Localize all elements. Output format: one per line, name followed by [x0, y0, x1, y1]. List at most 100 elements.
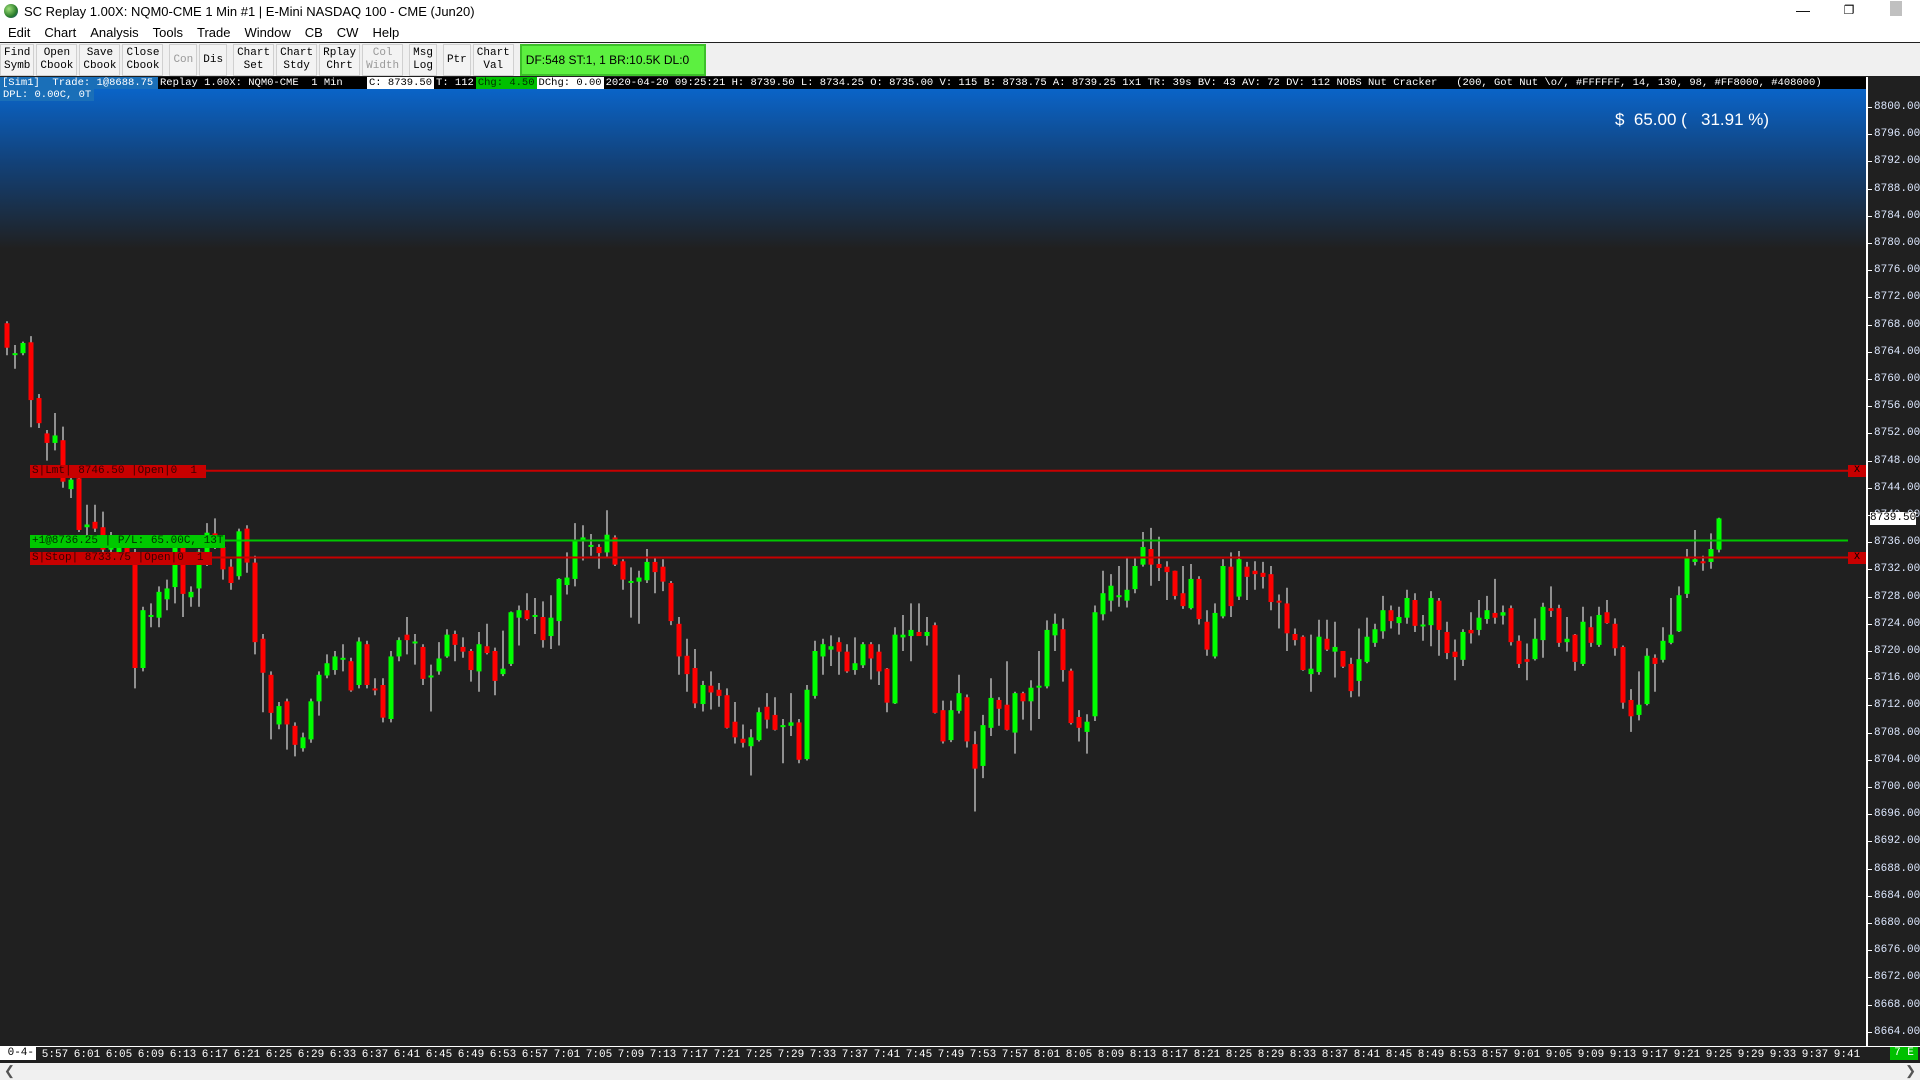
close-cbook-button[interactable]: Close Cbook: [122, 44, 164, 76]
limit-order-label[interactable]: S|Lmt| 8746.50 |Open|0 1: [30, 464, 206, 478]
horizontal-scrollbar[interactable]: ❮ ❯: [0, 1063, 1920, 1080]
cancel-limit-order-button[interactable]: X: [1848, 464, 1866, 477]
candle-body: [1428, 597, 1434, 626]
price-tick-label: 8708.00: [1874, 726, 1920, 739]
menu-edit[interactable]: Edit: [0, 25, 36, 40]
save-cbook-button[interactable]: Save Cbook: [79, 44, 121, 76]
scroll-left-arrow-icon[interactable]: ❮: [4, 1063, 15, 1079]
candle-body: [1276, 600, 1282, 603]
position-label[interactable]: +1@8736.25 | P/L: 65.00C, 13T: [30, 534, 226, 548]
candle-body: [332, 656, 338, 671]
candle-body: [844, 651, 850, 672]
time-tick-label: 9:25: [1705, 1049, 1733, 1061]
time-tick-label: 8:25: [1225, 1049, 1253, 1061]
scroll-right-arrow-icon[interactable]: ❯: [1905, 1063, 1916, 1079]
price-tick: [1868, 569, 1872, 571]
time-tick-label: 8:53: [1449, 1049, 1477, 1061]
price-axis[interactable]: 8800.00 8796.00 8792.00 8788.00 8784.00 8780.…: [1866, 77, 1920, 1047]
restore-button[interactable]: ❐: [1826, 0, 1872, 22]
menu-cb[interactable]: CB: [297, 25, 329, 40]
time-tick-label: 7:49: [937, 1049, 965, 1061]
candle-body: [1396, 617, 1402, 624]
candle-body: [980, 725, 986, 766]
candle-body: [1284, 603, 1290, 634]
price-tick: [1868, 814, 1872, 816]
candle-body: [364, 644, 370, 685]
candle-body: [372, 688, 378, 691]
candle-body: [1252, 570, 1258, 575]
candle-body: [1572, 634, 1578, 662]
time-tick-label: 7:09: [617, 1049, 645, 1061]
menu-chart[interactable]: Chart: [36, 25, 82, 40]
menu-help[interactable]: Help: [364, 25, 405, 40]
con-button[interactable]: Con: [169, 44, 198, 76]
profit-loss-display: $ 65.00 ( 31.91 %): [1615, 110, 1770, 129]
candle-body: [684, 655, 690, 675]
msg-log-button[interactable]: Msg Log: [409, 44, 437, 76]
menu-trade[interactable]: Trade: [189, 25, 236, 40]
candle-body: [140, 610, 146, 668]
candle-body: [732, 721, 738, 738]
time-tick-label: 7:17: [681, 1049, 709, 1061]
candle-body: [628, 580, 634, 583]
cancel-stop-order-button[interactable]: X: [1848, 551, 1866, 564]
candle-body: [1196, 578, 1202, 620]
price-tick: [1868, 406, 1872, 408]
scrollbar-thumb[interactable]: [1890, 1, 1902, 16]
price-tick-label: 8720.00: [1874, 645, 1920, 657]
price-tick-label: 8764.00: [1874, 345, 1920, 358]
candle-body: [1212, 612, 1218, 657]
candle-body: [436, 658, 442, 672]
time-tick-label: 7:33: [809, 1049, 837, 1061]
open-cbook-button[interactable]: Open Cbook: [36, 44, 78, 76]
dis-button[interactable]: Dis: [199, 44, 228, 76]
col-width-button[interactable]: Col Width: [362, 44, 404, 76]
time-tick-label: 9:01: [1513, 1049, 1541, 1061]
menu-cw[interactable]: CW: [329, 25, 365, 40]
minimize-button[interactable]: —: [1780, 0, 1826, 22]
find-symb-button[interactable]: Find Symb: [0, 44, 35, 76]
time-tick-label: 6:05: [105, 1049, 133, 1061]
price-tick-label: 8748.00: [1874, 454, 1920, 467]
chart-set-button[interactable]: Chart Set: [233, 44, 275, 76]
candle-body: [476, 644, 482, 672]
stop-order-label[interactable]: S|Stop| 8733.75 |Open|0 1: [30, 551, 213, 565]
candle-body: [1028, 687, 1034, 702]
candle-body: [1612, 623, 1618, 649]
time-tick-label: 8:57: [1481, 1049, 1509, 1061]
candle-body: [1524, 659, 1530, 662]
candle-body: [44, 433, 50, 443]
price-tick: [1868, 379, 1872, 380]
time-tick-label: 6:41: [393, 1049, 421, 1061]
menu-tools[interactable]: Tools: [145, 25, 189, 40]
candle-body: [556, 578, 562, 622]
candle-body: [1716, 518, 1722, 550]
ptr-button[interactable]: Ptr: [442, 44, 471, 76]
time-tick-label: 9:17: [1641, 1049, 1669, 1061]
candle-body: [668, 583, 674, 622]
candle-body: [868, 644, 874, 659]
candle-body: [452, 634, 458, 645]
price-tick-label: 8736.00: [1874, 536, 1920, 549]
candle-body: [460, 646, 466, 652]
price-tick-label: 8744.00: [1874, 481, 1920, 494]
candle-body: [1532, 638, 1538, 660]
price-tick: [1868, 895, 1872, 897]
time-axis[interactable]: 5:57 6:01 6:05 6:09 6:13 6:17 6:21 6:25 6:29 6:33…: [0, 1046, 1920, 1062]
menu-window[interactable]: Window: [236, 25, 296, 40]
price-tick-label: 8704.00: [1874, 753, 1920, 766]
candle-body: [1180, 593, 1186, 607]
price-tick: [1868, 134, 1872, 136]
rplay-chrt-button[interactable]: Rplay Chrt: [319, 44, 361, 76]
candle-body: [548, 617, 554, 637]
candle-body: [1604, 612, 1610, 624]
bar-details: 2020-04-20 09:25:21 H: 8739.50 L: 8734.2…: [605, 77, 1822, 89]
menu-analysis[interactable]: Analysis: [82, 25, 144, 40]
price-chart[interactable]: [0, 77, 1866, 1045]
candle-body: [1052, 623, 1058, 636]
candle-body: [716, 689, 722, 696]
chart-val-button[interactable]: Chart Val: [472, 44, 514, 76]
chart-stdy-button[interactable]: Chart Stdy: [276, 44, 318, 76]
app-icon: [4, 4, 18, 18]
candle-body: [356, 641, 362, 685]
